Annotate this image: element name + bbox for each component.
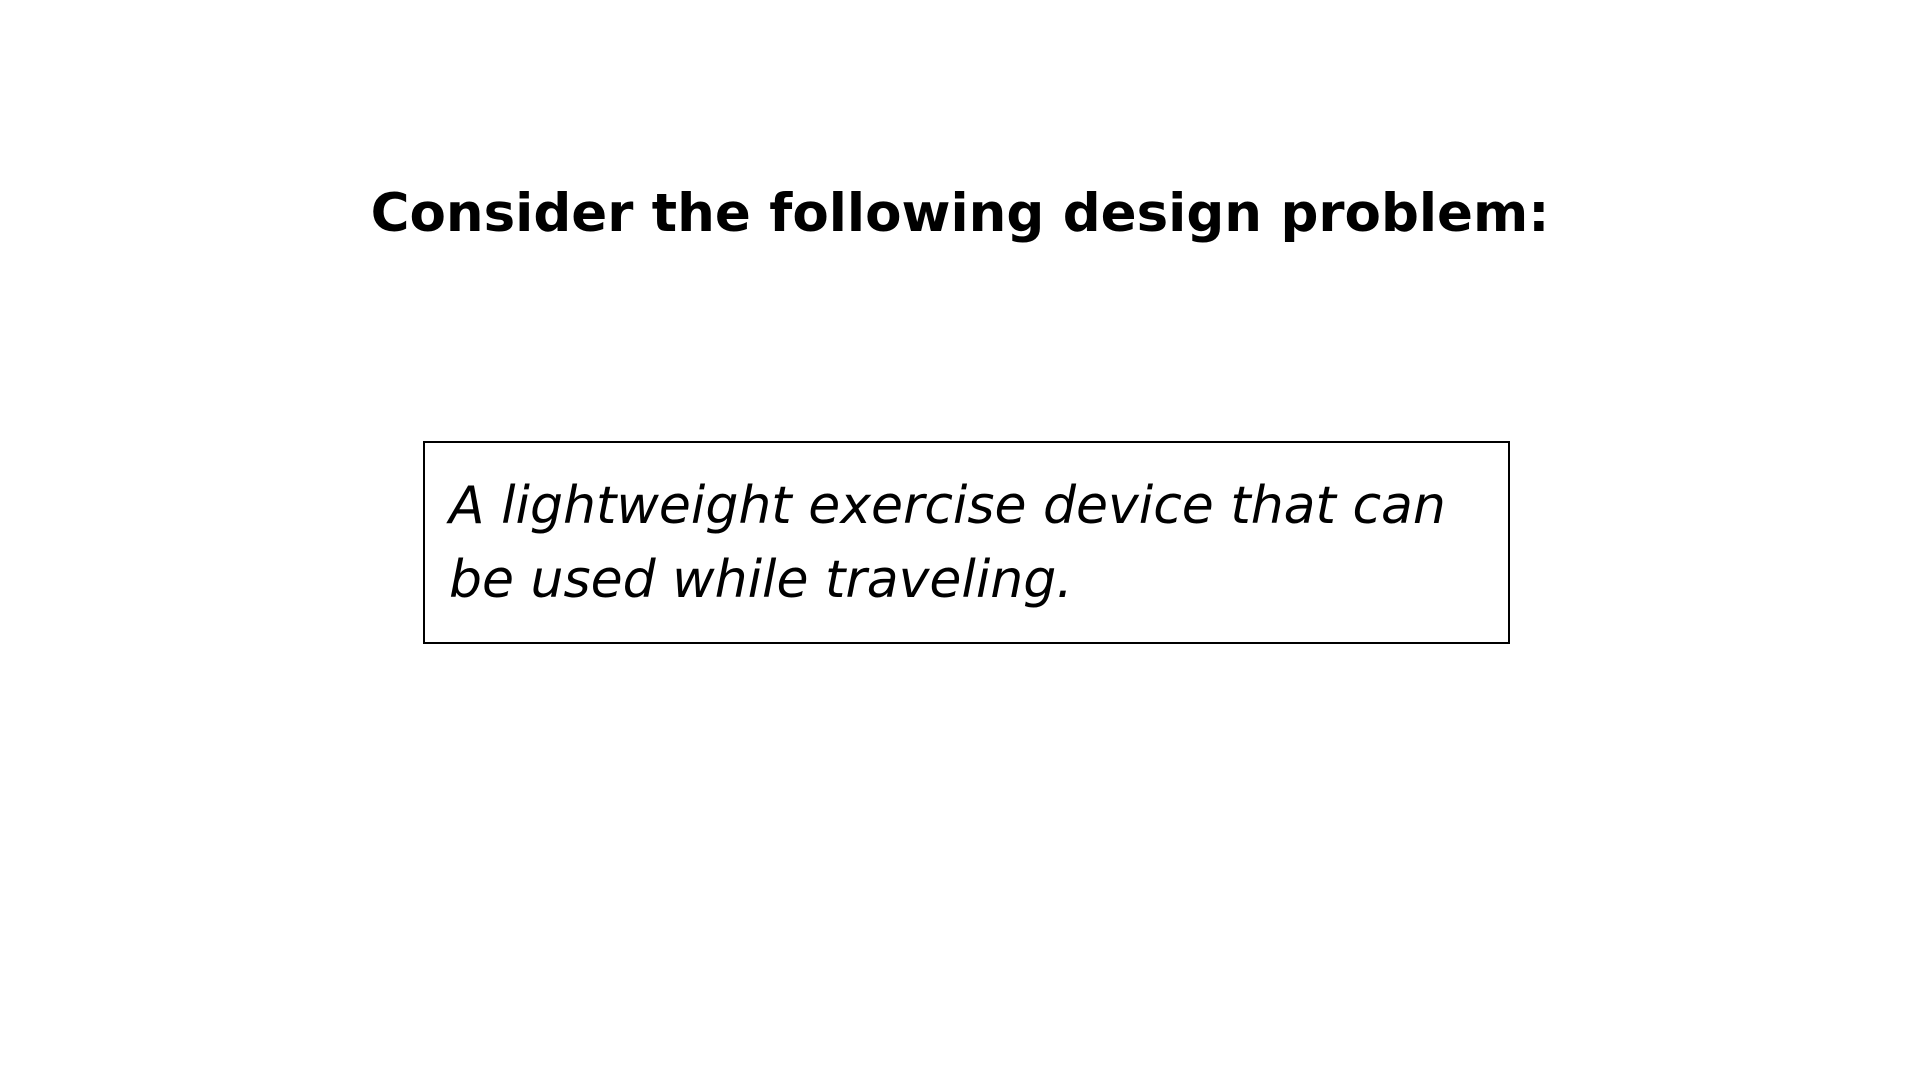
design-problem-text: A lightweight exercise device that can b… [449,476,1446,610]
slide-heading: Consider the following design problem: [370,183,1550,244]
slide: Consider the following design problem: A… [0,0,1920,1080]
design-problem-box: A lightweight exercise device that can b… [423,441,1510,644]
